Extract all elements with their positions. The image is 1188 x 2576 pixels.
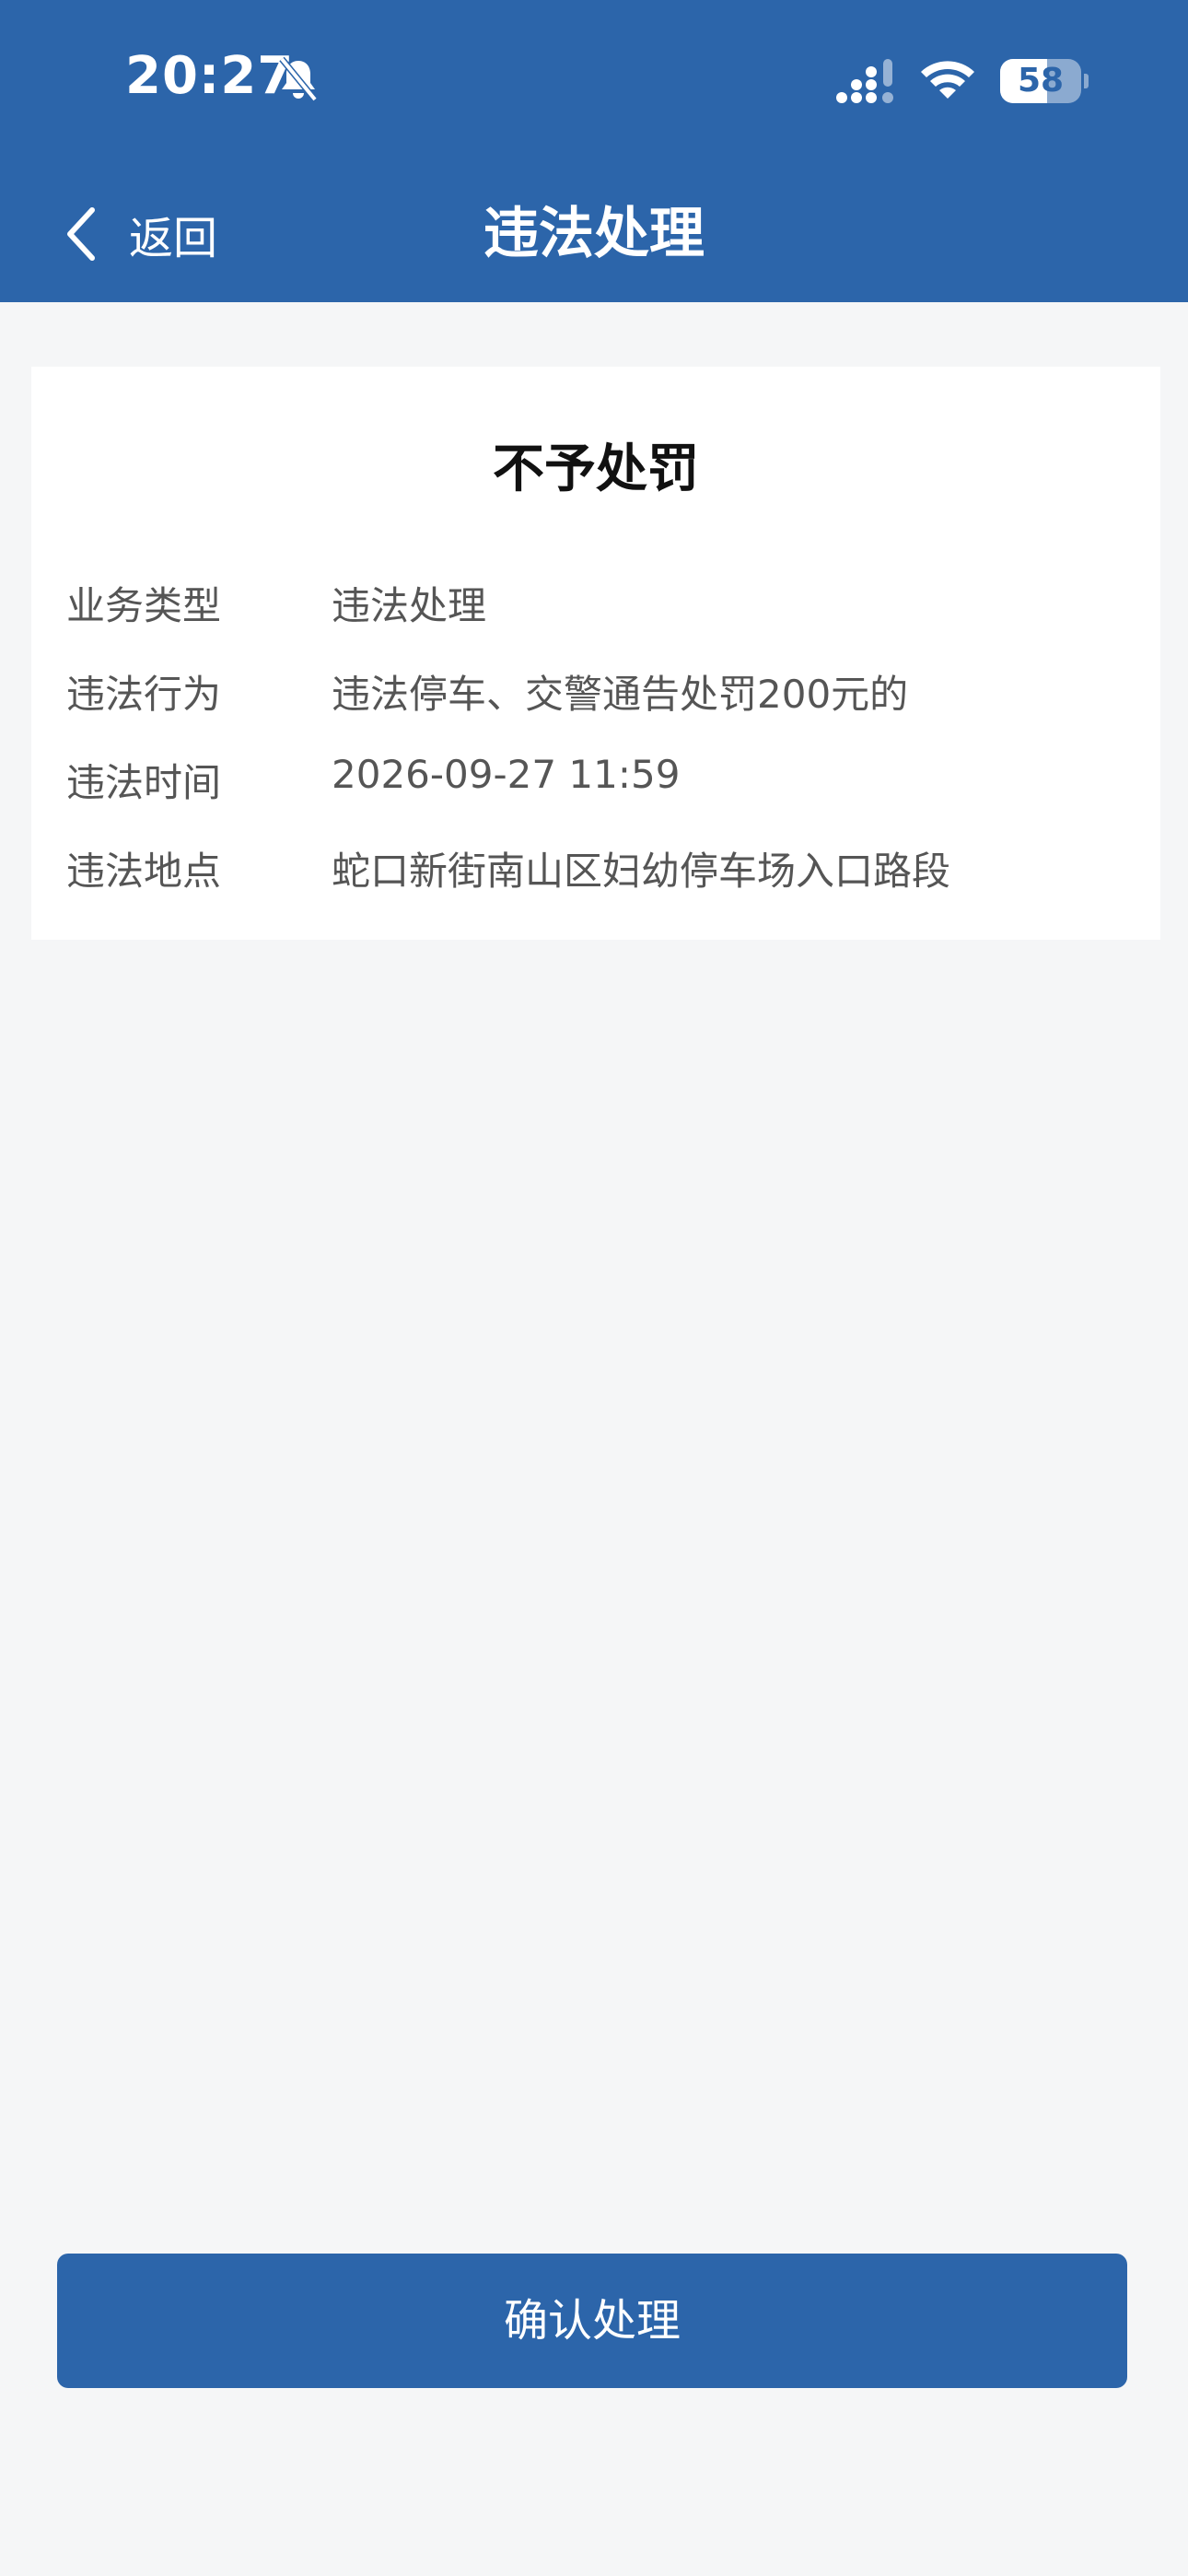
detail-label: 违法时间 (66, 760, 222, 805)
wifi-icon (921, 61, 974, 99)
confirm-handle-button[interactable]: 确认处理 (57, 2254, 1127, 2388)
detail-label: 违法地点 (66, 849, 222, 894)
detail-label: 业务类型 (66, 583, 222, 628)
detail-value: 蛇口新街南山区妇幼停车场入口路段 (332, 849, 951, 894)
violation-detail-card: 不予处罚 业务类型 违法处理 违法行为 违法停车、交警通告处罚200元的 违法时… (31, 367, 1160, 940)
status-time: 20:27 (125, 46, 295, 106)
header-bar: 20:27 58 返回 违法处理 (0, 0, 1188, 302)
battery-indicator: 58 (1000, 59, 1089, 103)
bell-muted-icon (279, 56, 318, 102)
page-title: 违法处理 (483, 202, 705, 266)
battery-body: 58 (1000, 59, 1081, 103)
detail-value: 违法停车、交警通告处罚200元的 (332, 672, 909, 717)
battery-percent: 58 (1017, 62, 1065, 100)
battery-cap (1084, 74, 1089, 88)
detail-value: 2026-09-27 11:59 (332, 752, 681, 797)
result-title: 不予处罚 (493, 439, 699, 499)
detail-value: 违法处理 (332, 583, 487, 628)
cellular-signal-icon (836, 59, 893, 103)
detail-label: 违法行为 (66, 672, 222, 717)
